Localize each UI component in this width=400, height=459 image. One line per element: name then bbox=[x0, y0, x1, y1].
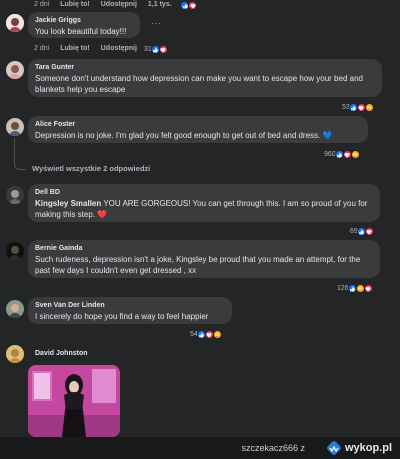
reaction-count: 960 bbox=[324, 151, 336, 158]
reaction-summary[interactable]: 31 bbox=[144, 45, 168, 54]
care-reaction-icon bbox=[364, 103, 374, 112]
reaction-count: 126 bbox=[337, 285, 349, 292]
comment-text: Someone don't understand how depression … bbox=[35, 74, 363, 94]
share-link[interactable]: Udostępnij bbox=[101, 45, 137, 52]
reaction-summary[interactable]: 126 bbox=[337, 284, 373, 293]
care-reaction-icon bbox=[212, 330, 222, 339]
view-replies-label[interactable]: Wyświetl wszystkie 2 odpowiedzi bbox=[32, 164, 150, 173]
care-reaction-icon bbox=[350, 150, 360, 159]
comment-time[interactable]: 2 dni bbox=[34, 1, 49, 8]
comment-text: Kingsley Smallen YOU ARE GORGEOUS! You c… bbox=[35, 198, 373, 220]
comment-text: Depression is no joke. I'm glad you felt… bbox=[35, 131, 333, 140]
comment-author[interactable]: Dell BD bbox=[35, 188, 373, 198]
love-reaction-icon bbox=[158, 45, 168, 54]
comment-bubble: Bernie Gainda Such rudeness, depression … bbox=[28, 240, 380, 278]
reply-thread-line bbox=[14, 138, 26, 170]
avatar[interactable] bbox=[6, 186, 24, 204]
watermark-user: szczekacz666 z bbox=[241, 443, 305, 453]
like-link[interactable]: Lubię to! bbox=[60, 1, 90, 8]
comment-feed: 2 dni Lubię to! Udostępnij 1,1 tys. Jack… bbox=[0, 0, 400, 437]
like-link[interactable]: Lubię to! bbox=[60, 45, 90, 52]
reaction-summary[interactable]: 69 bbox=[350, 227, 374, 236]
user-mention[interactable]: Kingsley Smallen bbox=[35, 199, 101, 208]
avatar[interactable] bbox=[6, 61, 24, 79]
comment-author[interactable]: David Johnston bbox=[35, 349, 88, 359]
comment-author[interactable]: Alice Foster bbox=[35, 120, 361, 130]
comment-bubble: Dell BD Kingsley Smallen YOU ARE GORGEOU… bbox=[28, 184, 380, 222]
avatar[interactable] bbox=[6, 300, 24, 318]
avatar[interactable] bbox=[6, 242, 24, 260]
reaction-summary[interactable]: 53 bbox=[342, 103, 374, 112]
love-reaction-icon bbox=[363, 284, 373, 293]
comment-author[interactable]: Sven Van Der Linden bbox=[35, 301, 225, 311]
more-options-icon[interactable]: ... bbox=[151, 16, 162, 26]
comment-bubble: Jackie Griggs You look beautiful today!!… bbox=[28, 12, 140, 38]
reaction-summary[interactable]: 960 bbox=[324, 150, 360, 159]
comment-bubble: Sven Van Der Linden I sincerely do hope … bbox=[28, 297, 232, 324]
reaction-icons[interactable] bbox=[180, 1, 197, 10]
love-reaction-icon bbox=[188, 1, 197, 10]
comment-text: I sincerely do hope you find a way to fe… bbox=[35, 312, 209, 321]
avatar[interactable] bbox=[6, 14, 24, 32]
view-replies-link[interactable]: Wyświetl wszystkie 2 odpowiedzi bbox=[32, 164, 150, 173]
comment-photo[interactable] bbox=[28, 365, 120, 437]
wykop-site-name: wykop.pl bbox=[344, 442, 392, 454]
comment-actions: 2 dni Lubię to! Udostępnij 1,1 tys. bbox=[34, 1, 172, 8]
avatar[interactable] bbox=[6, 345, 24, 363]
watermark-bar: szczekacz666 z wykop.pl bbox=[0, 437, 400, 459]
comment-text: You look beautiful today!!! bbox=[35, 27, 127, 36]
comment-author[interactable]: Tara Gunter bbox=[35, 63, 375, 73]
share-link[interactable]: Udostępnij bbox=[101, 1, 137, 8]
avatar[interactable] bbox=[6, 118, 24, 136]
comment-author[interactable]: Jackie Griggs bbox=[35, 16, 133, 26]
reaction-summary[interactable]: 54 bbox=[190, 330, 222, 339]
love-reaction-icon bbox=[364, 227, 374, 236]
comment-bubble: Alice Foster Depression is no joke. I'm … bbox=[28, 116, 368, 143]
comment-text: Such rudeness, depression isn't a joke, … bbox=[35, 255, 361, 275]
wykop-logo: wykop.pl bbox=[326, 440, 392, 456]
reaction-count[interactable]: 1,1 tys. bbox=[148, 1, 172, 8]
wykop-logo-icon bbox=[327, 441, 341, 455]
comment-bubble: Tara Gunter Someone don't understand how… bbox=[28, 59, 382, 97]
comment-author[interactable]: Bernie Gainda bbox=[35, 244, 373, 254]
comment-actions: 2 dni Lubię to! Udostępnij bbox=[34, 45, 137, 52]
comment-time[interactable]: 2 dni bbox=[34, 45, 49, 52]
